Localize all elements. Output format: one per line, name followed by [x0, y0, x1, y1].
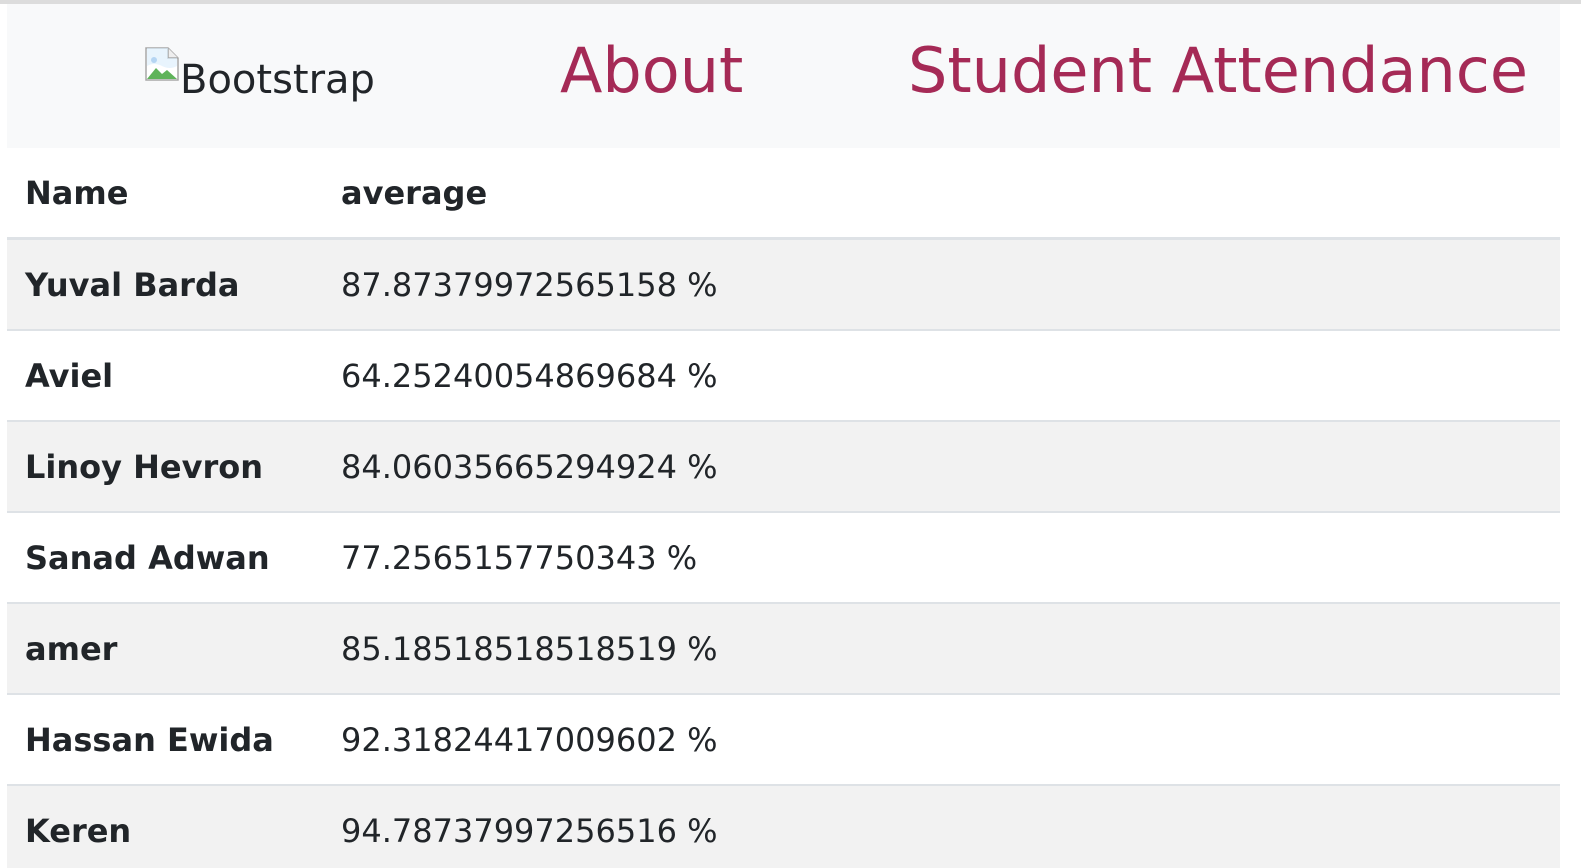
student-average: 85.18518518518519 % [323, 602, 1560, 694]
table-row: Sanad Adwan 77.2565157750343 % [7, 511, 1560, 603]
table-row: Aviel 64.25240054869684 % [7, 329, 1560, 421]
student-average: 64.25240054869684 % [323, 329, 1560, 421]
broken-image-icon [144, 46, 180, 82]
student-name: Linoy Hevron [7, 420, 323, 512]
header-row: Name average [7, 148, 1560, 240]
student-name: Aviel [7, 329, 323, 421]
attendance-table: Name average Yuval Barda 87.873799725651… [7, 148, 1560, 868]
student-average: 77.2565157750343 % [323, 511, 1560, 603]
student-average: 87.87379972565158 % [323, 237, 1560, 330]
table-body: Yuval Barda 87.87379972565158 % Aviel 64… [7, 237, 1560, 868]
student-name: Sanad Adwan [7, 511, 323, 603]
table-row: Hassan Ewida 92.31824417009602 % [7, 693, 1560, 785]
column-header-name: Name [7, 148, 323, 240]
student-name: Hassan Ewida [7, 693, 323, 785]
student-average: 92.31824417009602 % [323, 693, 1560, 785]
student-name: amer [7, 602, 323, 694]
brand-alt-text: Bootstrap [180, 57, 375, 103]
table-header: Name average [7, 148, 1560, 240]
table-row: Yuval Barda 87.87379972565158 % [7, 237, 1560, 330]
student-average: 84.06035665294924 % [323, 420, 1560, 512]
student-name: Yuval Barda [7, 237, 323, 330]
nav-link-student-attendance[interactable]: Student Attendance [908, 40, 1528, 102]
student-average: 94.78737997256516 % [323, 784, 1560, 868]
column-header-average: average [323, 148, 1560, 240]
table-row: Keren 94.78737997256516 % [7, 784, 1560, 868]
nav-link-about[interactable]: About [560, 40, 743, 102]
table-row: amer 85.18518518518519 % [7, 602, 1560, 694]
table-row: Linoy Hevron 84.06035665294924 % [7, 420, 1560, 512]
page: Bootstrap About Student Attendance Name … [0, 0, 1581, 868]
brand-link[interactable]: Bootstrap [144, 42, 375, 100]
navbar: Bootstrap About Student Attendance [7, 4, 1560, 148]
student-name: Keren [7, 784, 323, 868]
